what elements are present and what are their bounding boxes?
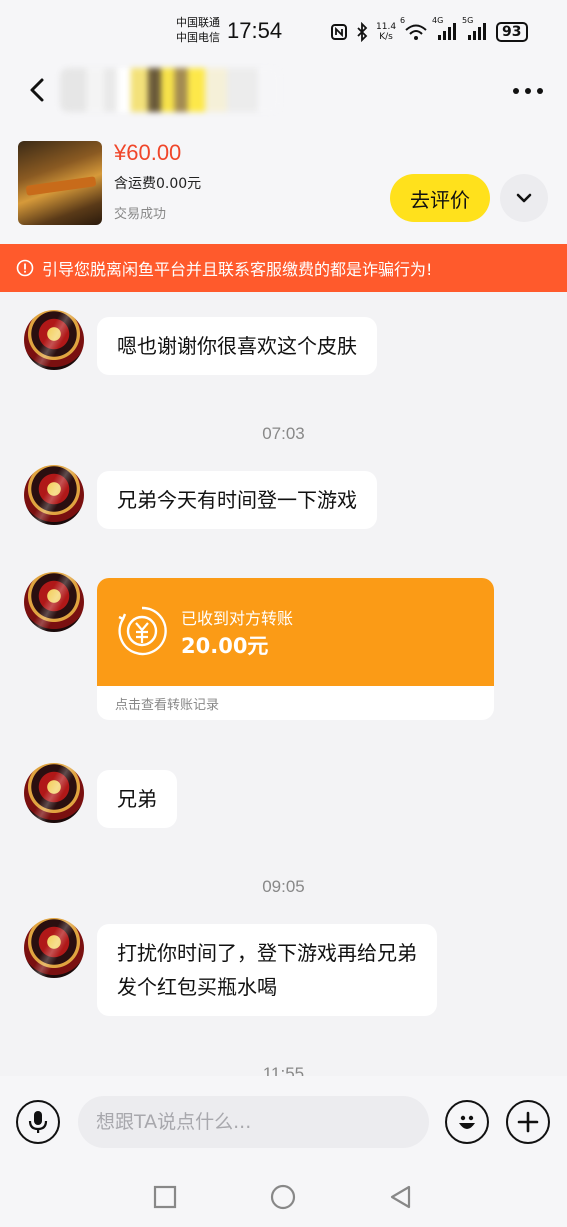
carrier-1: 中国联通 [176,16,220,29]
more-dots-icon[interactable] [510,84,546,98]
chevron-down-icon [516,193,532,203]
system-nav-bar [0,1168,567,1227]
review-button[interactable]: 去评价 [390,174,490,222]
chat-timestamp: 11:55 [262,1064,305,1076]
net-speed-unit: K/s [379,32,393,42]
contact-name-redacted [60,68,280,112]
microphone-icon [28,1111,48,1133]
banner-text: 引导您脱离闲鱼平台并且联系客服缴费的都是诈骗行为! [42,260,433,279]
status-time: 17:54 [227,18,283,43]
message-bubble[interactable]: 嗯也谢谢你很喜欢这个皮肤 [97,317,377,375]
net-speed: 11.4 K/s [376,22,396,42]
message-bubble[interactable]: 兄弟今天有时间登一下游戏 [97,471,377,529]
signal-sim2-icon: 5G [462,16,488,42]
wifi-badge: 6 [400,16,406,25]
input-bar [0,1076,567,1168]
square-recents-icon[interactable] [152,1184,178,1210]
product-card[interactable]: ¥60.00 含运费0.00元 交易成功 去评价 [0,126,567,244]
fraud-warning-banner: 引导您脱离闲鱼平台并且联系客服缴费的都是诈骗行为! [0,244,567,292]
circle-home-icon[interactable] [270,1184,296,1210]
chat-timestamp: 09:05 [262,877,305,896]
plus-icon [517,1111,539,1133]
message-bubble[interactable]: 兄弟 [97,770,177,828]
message-line: 发个红包买瓶水喝 [117,975,277,999]
message-line: 打扰你时间了，登下游戏再给兄弟 [117,941,417,965]
avatar[interactable] [24,763,84,823]
voice-button[interactable] [16,1100,60,1144]
chat-timestamp: 07:03 [262,424,305,443]
status-icons: 11.4 K/s 6 4G 5G 93 [330,16,528,46]
emoji-button[interactable] [445,1100,489,1144]
emoji-icon [459,1115,475,1129]
message-input[interactable] [78,1096,429,1148]
avatar[interactable] [24,465,84,525]
transfer-title: 已收到对方转账 [181,609,294,628]
shipping-fee: 含运费0.00元 [114,176,202,192]
wifi-icon: 6 [400,16,428,42]
carrier-info: 中国联通 中国电信 [176,15,220,45]
avatar[interactable] [24,572,84,632]
transfer-amount: 20.00元 [181,634,269,658]
transfer-card-header: 已收到对方转账 20.00元 [97,578,494,686]
transfer-card[interactable]: 已收到对方转账 20.00元 点击查看转账记录 [97,578,494,720]
net-speed-value: 11.4 [376,22,397,32]
triangle-back-icon[interactable] [388,1184,414,1210]
bluetooth-icon [357,22,368,42]
battery-indicator: 93 [496,22,528,42]
nfc-icon [331,24,347,40]
transfer-record-link[interactable]: 点击查看转账记录 [115,694,219,713]
avatar[interactable] [24,918,84,978]
sim1-badge: 4G [432,16,444,25]
signal-sim1-icon: 4G [432,16,458,42]
product-price: ¥60.00 [114,140,182,165]
deal-status: 交易成功 [114,207,167,222]
back-arrow-icon[interactable] [24,76,52,104]
carrier-2: 中国电信 [176,31,220,44]
expand-button[interactable] [500,174,548,222]
warning-icon [16,259,34,277]
yuan-transfer-icon [118,606,167,656]
thumbnail-weapon-graphic [25,176,97,196]
status-bar: 中国联通 中国电信 17:54 11.4 K/s 6 4G 5G 93 [0,0,567,62]
plus-button[interactable] [506,1100,550,1144]
message-bubble[interactable]: 打扰你时间了，登下游戏再给兄弟 发个红包买瓶水喝 [97,924,437,1016]
sim2-badge: 5G [462,16,474,25]
chat-header [0,62,567,126]
chat-messages[interactable]: 嗯也谢谢你很喜欢这个皮肤 07:03 兄弟今天有时间登一下游戏 已收到对方转账 … [0,292,567,1076]
product-thumbnail[interactable] [18,141,102,225]
avatar[interactable] [24,310,84,370]
